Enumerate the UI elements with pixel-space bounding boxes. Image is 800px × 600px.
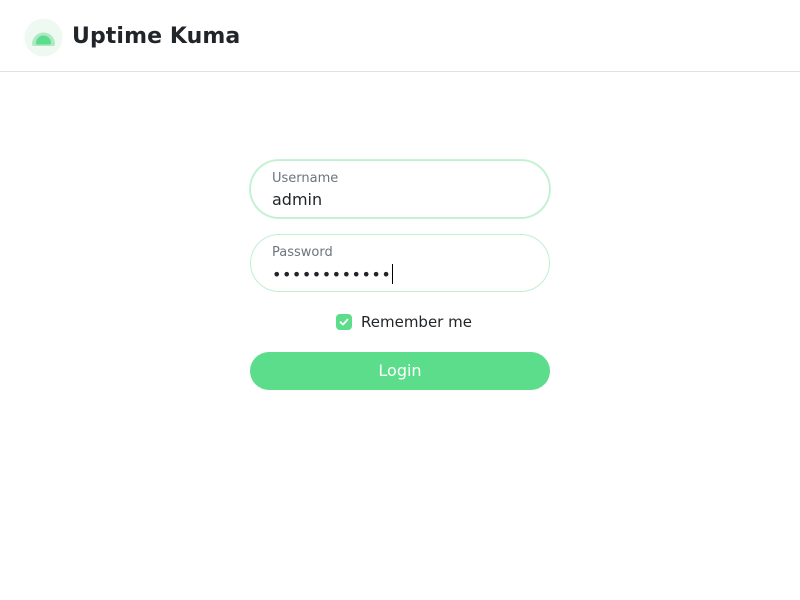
username-field[interactable]: Username admin xyxy=(250,160,550,218)
app-title[interactable]: Uptime Kuma xyxy=(72,22,240,52)
password-input[interactable]: •••••••••••• xyxy=(272,264,394,285)
password-masked-value: •••••••••••• xyxy=(272,265,392,284)
remember-me-label[interactable]: Remember me xyxy=(361,312,472,332)
app-header: Uptime Kuma xyxy=(0,0,800,72)
password-label: Password xyxy=(272,245,333,260)
username-label: Username xyxy=(272,171,339,186)
password-field[interactable]: Password •••••••••••• xyxy=(250,234,550,292)
remember-me-checkbox[interactable] xyxy=(336,314,352,330)
text-caret xyxy=(392,264,394,284)
login-form: Username admin Password •••••••••••• Rem… xyxy=(250,160,550,390)
uptime-kuma-logo-icon[interactable] xyxy=(24,18,63,57)
remember-me-row: Remember me xyxy=(250,312,550,332)
checkmark-icon xyxy=(339,318,349,326)
login-button[interactable]: Login xyxy=(250,352,550,390)
username-input[interactable]: admin xyxy=(272,190,322,210)
